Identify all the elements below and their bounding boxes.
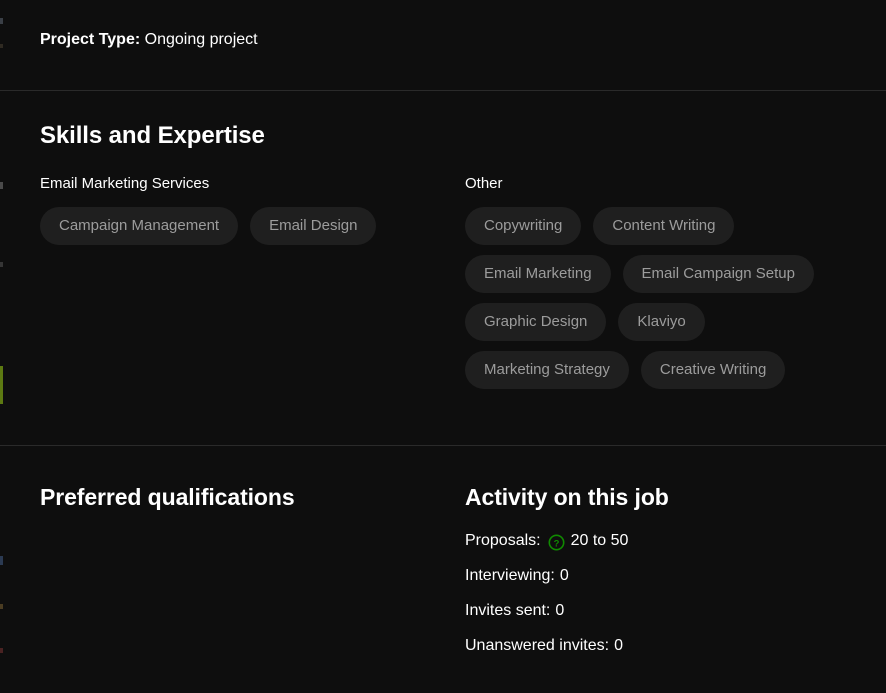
stat-row: Invites sent: 0: [465, 600, 846, 622]
project-type-line: Project Type: Ongoing project: [40, 29, 258, 51]
skills-columns: Email Marketing Services Campaign Manage…: [40, 173, 846, 389]
skill-group-label: Other: [465, 175, 503, 192]
skill-pill[interactable]: Email Campaign Setup: [622, 255, 814, 293]
skill-pill[interactable]: Campaign Management: [40, 207, 239, 245]
activity-column: Activity on this job Proposals: ? 20 to …: [465, 482, 846, 657]
job-details-panel: Project Type: Ongoing project Skills and…: [0, 0, 886, 693]
preferred-qualifications-heading: Preferred qualifications: [40, 484, 295, 510]
project-type-label: Project Type:: [40, 31, 141, 48]
skill-pill[interactable]: Creative Writing: [640, 351, 786, 389]
stat-value: 0: [614, 637, 623, 654]
project-type-section: Project Type: Ongoing project: [0, 0, 886, 90]
skill-pill[interactable]: Copywriting: [465, 207, 582, 245]
stat-label: Interviewing:: [465, 567, 555, 584]
stat-label: Unanswered invites:: [465, 637, 610, 654]
skill-pill[interactable]: Marketing Strategy: [465, 351, 629, 389]
preferred-qualifications-column: Preferred qualifications: [40, 482, 465, 530]
skill-pill-list: Copywriting Content Writing Email Market…: [465, 207, 846, 389]
question-mark-circle-icon[interactable]: ?: [548, 534, 565, 551]
skill-pill[interactable]: Content Writing: [593, 207, 735, 245]
skills-and-expertise-section: Skills and Expertise Email Marketing Ser…: [0, 91, 886, 445]
skill-pill[interactable]: Graphic Design: [465, 303, 607, 341]
activity-heading: Activity on this job: [465, 484, 669, 510]
skill-pill[interactable]: Email Marketing: [465, 255, 611, 293]
skills-heading: Skills and Expertise: [40, 122, 265, 149]
stat-value: 20 to 50: [570, 532, 629, 549]
qualifications-and-activity-section: Preferred qualifications Activity on thi…: [0, 446, 886, 657]
stat-row: Interviewing: 0: [465, 565, 846, 587]
stat-row: Proposals: ? 20 to 50: [465, 530, 846, 552]
skill-group-label: Email Marketing Services: [40, 175, 210, 192]
skill-pill[interactable]: Klaviyo: [618, 303, 705, 341]
stat-value: 0: [559, 567, 569, 584]
skill-pill-list: Campaign Management Email Design: [40, 207, 440, 245]
skill-group-email-marketing-services: Email Marketing Services Campaign Manage…: [40, 173, 465, 245]
stat-row: Unanswered invites: 0: [465, 635, 846, 657]
skill-group-other: Other Copywriting Content Writing Email …: [465, 173, 846, 389]
stat-label: Invites sent:: [465, 602, 551, 619]
stat-value: 0: [555, 602, 565, 619]
skill-pill[interactable]: Email Design: [250, 207, 377, 245]
activity-columns: Preferred qualifications Activity on thi…: [40, 482, 846, 657]
project-type-value: Ongoing project: [144, 31, 258, 48]
stat-label: Proposals:: [465, 532, 541, 549]
svg-text:?: ?: [553, 538, 559, 549]
